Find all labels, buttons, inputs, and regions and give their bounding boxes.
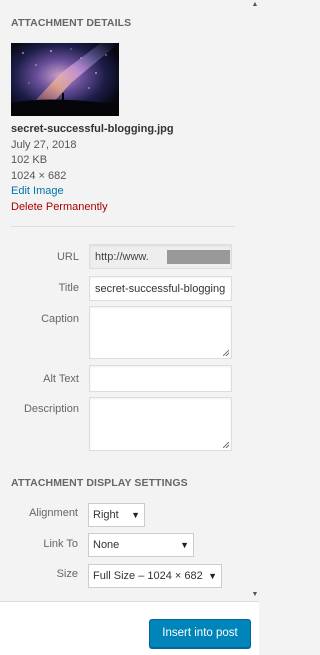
size-select[interactable]: Full Size – 1024 × 682 ▼ [88,564,222,588]
alignment-select[interactable]: Right ▼ [88,503,145,527]
url-value: http://www. [95,251,149,263]
attachment-dimensions: 1024 × 682 [11,169,67,182]
size-label: Size [56,568,78,580]
size-selected: Full Size – 1024 × 682 [93,570,203,582]
attachment-filesize: 102 KB [11,154,48,166]
alt-text-field[interactable] [89,365,232,392]
attachment-date: July 27, 2018 [11,138,77,151]
resize-handle-icon[interactable] [223,350,229,356]
link-to-label: Link To [43,538,78,550]
link-to-select[interactable]: None ▼ [88,533,194,557]
title-field[interactable]: secret-successful-blogging [89,276,232,301]
attachment-details-panel: ATTACHMENT DETAILS secret-successful-blo… [0,0,251,601]
chevron-down-icon: ▼ [180,540,189,550]
edit-image-link[interactable]: Edit Image [11,184,241,200]
link-to-selected: None [93,539,120,551]
attachment-details-heading: ATTACHMENT DETAILS [11,17,132,29]
url-label: URL [56,251,79,263]
title-value: secret-successful-blogging [95,283,226,295]
url-redaction [167,250,230,264]
description-textarea[interactable] [89,397,232,451]
title-label: Title [58,282,79,294]
caption-textarea[interactable] [89,306,232,359]
arrow-up-icon[interactable]: ▲ [251,0,259,10]
divider [11,226,235,227]
insert-into-post-button[interactable]: Insert into post [149,619,251,648]
resize-handle-icon[interactable] [223,442,229,448]
chevron-down-icon: ▼ [208,571,217,581]
url-field[interactable]: http://www. [89,244,232,269]
milky-way-image [11,43,119,116]
description-label: Description [23,403,79,415]
chevron-down-icon: ▼ [131,510,140,520]
display-settings-heading: ATTACHMENT DISPLAY SETTINGS [11,477,188,489]
attachment-thumbnail[interactable] [11,43,119,116]
media-modal-toolbar: Insert into post [0,601,259,655]
caption-label: Caption [41,313,79,325]
delete-permanently-link[interactable]: Delete Permanently [11,200,241,216]
scrollbar[interactable]: ▲ ▼ [251,0,259,601]
arrow-down-icon[interactable]: ▼ [251,590,259,600]
attachment-meta: secret-successful-blogging.jpg July 27, … [11,122,241,215]
alignment-selected: Right [93,509,119,521]
alignment-label: Alignment [29,507,78,519]
alt-text-label: Alt Text [43,373,79,385]
attachment-filename: secret-successful-blogging.jpg [11,123,174,135]
